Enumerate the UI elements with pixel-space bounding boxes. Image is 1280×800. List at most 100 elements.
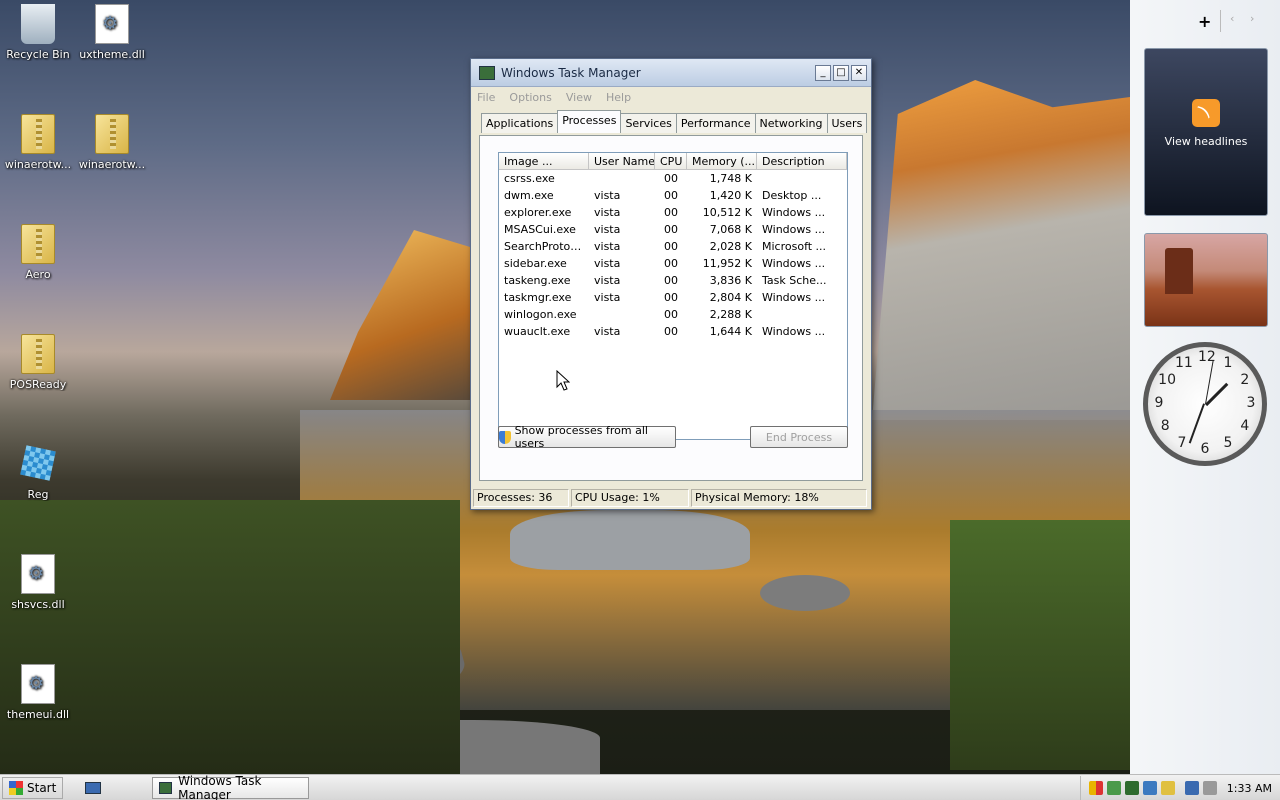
image-cell: SearchProtoco... bbox=[504, 240, 589, 253]
desktop-icon-label: winaerotw... bbox=[4, 158, 72, 171]
show-all-label: Show processes from all users bbox=[514, 424, 648, 450]
column-cpu[interactable]: CPU bbox=[655, 153, 687, 169]
column-user-name[interactable]: User Name bbox=[589, 153, 655, 169]
tab-services[interactable]: Services bbox=[620, 113, 677, 133]
battery-icon[interactable] bbox=[1124, 781, 1139, 795]
cpu-cell: 00 bbox=[664, 240, 678, 253]
tab-users[interactable]: Users bbox=[826, 113, 868, 133]
desktop-icon-label: themeui.dll bbox=[6, 708, 70, 721]
user-cell: vista bbox=[594, 325, 621, 338]
maximize-button[interactable]: □ bbox=[833, 64, 849, 81]
image-cell: taskmgr.exe bbox=[504, 291, 572, 304]
memory-cell: 2,288 K bbox=[709, 308, 752, 321]
taskbar-item-task-manager[interactable]: Windows Task Manager bbox=[152, 774, 309, 800]
description-cell: Windows ... bbox=[762, 291, 826, 304]
user-cell: vista bbox=[594, 274, 621, 287]
process-row[interactable]: explorer.exe vista 00 10,512 K Windows ... bbox=[499, 204, 847, 221]
image-cell: dwm.exe bbox=[504, 189, 554, 202]
image-cell: wuauclt.exe bbox=[504, 325, 571, 338]
minimize-button[interactable]: _ bbox=[815, 64, 831, 81]
clock-gadget[interactable]: 12 1 2 3 4 5 6 7 8 9 10 11 bbox=[1143, 342, 1267, 466]
column-description[interactable]: Description bbox=[757, 153, 847, 169]
tab-performance[interactable]: Performance bbox=[675, 113, 756, 133]
menu-options[interactable]: Options bbox=[509, 91, 551, 104]
system-tray: 1:33 AM bbox=[1079, 776, 1280, 800]
desktop-icon-aero[interactable]: Aero bbox=[0, 224, 76, 281]
show-all-processes-button[interactable]: Show processes from all users bbox=[498, 424, 676, 450]
cpu-cell: 00 bbox=[664, 206, 678, 219]
desktop-icon-shsvcs[interactable]: shsvcs.dll bbox=[0, 554, 76, 611]
close-button[interactable]: ✕ bbox=[851, 64, 867, 81]
desktop-icon-themeui[interactable]: themeui.dll bbox=[0, 664, 76, 721]
process-list[interactable]: Image ... User Name CPU Memory (... Desc… bbox=[498, 152, 848, 440]
task-manager-window: Windows Task Manager _ □ ✕ File Options … bbox=[470, 58, 872, 510]
add-gadget-button[interactable]: + bbox=[1198, 12, 1211, 31]
slideshow-gadget[interactable] bbox=[1144, 233, 1268, 327]
end-process-button[interactable]: End Process bbox=[750, 426, 848, 448]
process-row[interactable]: winlogon.exe 00 2,288 K bbox=[499, 306, 847, 323]
tray-clock[interactable]: 1:33 AM bbox=[1227, 782, 1272, 795]
network-icon[interactable] bbox=[1142, 781, 1157, 795]
previous-page-icon[interactable]: ‹ bbox=[1230, 12, 1234, 25]
process-row[interactable]: sidebar.exe vista 00 11,952 K Windows ... bbox=[499, 255, 847, 272]
update-icon[interactable] bbox=[1160, 781, 1175, 795]
process-row[interactable]: wuauclt.exe vista 00 1,644 K Windows ... bbox=[499, 323, 847, 340]
defender-icon[interactable] bbox=[1106, 781, 1121, 795]
title-bar[interactable]: Windows Task Manager _ □ ✕ bbox=[471, 59, 871, 87]
menu-help[interactable]: Help bbox=[606, 91, 631, 104]
clock-number: 4 bbox=[1240, 418, 1250, 434]
desktop-icon-recycle-bin[interactable]: Recycle Bin bbox=[0, 4, 76, 61]
memory-cell: 7,068 K bbox=[709, 223, 752, 236]
status-bar: Processes: 36 CPU Usage: 1% Physical Mem… bbox=[473, 489, 869, 507]
desktop-icon-label: Reg bbox=[27, 488, 49, 501]
desktop-icon-label: POSReady bbox=[9, 378, 67, 391]
start-button[interactable]: Start bbox=[2, 776, 64, 799]
volume-muted-icon[interactable] bbox=[1202, 781, 1217, 795]
tab-applications[interactable]: Applications bbox=[481, 113, 559, 133]
process-row[interactable]: SearchProtoco... vista 00 2,028 K Microsoft … bbox=[499, 238, 847, 255]
description-cell: Windows ... bbox=[762, 223, 826, 236]
image-cell: csrss.exe bbox=[504, 172, 555, 185]
status-memory: Physical Memory: 18% bbox=[691, 489, 867, 507]
process-row[interactable]: taskmgr.exe vista 00 2,804 K Windows ... bbox=[499, 289, 847, 306]
image-cell: taskeng.exe bbox=[504, 274, 571, 287]
process-row[interactable]: csrss.exe 00 1,748 K bbox=[499, 170, 847, 187]
start-label: Start bbox=[27, 780, 57, 795]
windows-logo-icon bbox=[9, 780, 23, 795]
connection-icon[interactable] bbox=[1184, 781, 1199, 795]
memory-cell: 2,804 K bbox=[709, 291, 752, 304]
minute-hand bbox=[1188, 403, 1205, 444]
security-shield-icon[interactable] bbox=[1088, 781, 1103, 795]
desktop-icon-uxtheme[interactable]: uxtheme.dll bbox=[74, 4, 150, 61]
column-memory[interactable]: Memory (... bbox=[687, 153, 757, 169]
next-page-icon[interactable]: › bbox=[1250, 12, 1254, 25]
process-row[interactable]: MSASCui.exe vista 00 7,068 K Windows ... bbox=[499, 221, 847, 238]
user-cell: vista bbox=[594, 291, 621, 304]
tab-processes[interactable]: Processes bbox=[557, 110, 622, 133]
desktop-icon-reg[interactable]: Reg bbox=[0, 444, 76, 501]
desktop-icon-label: Aero bbox=[25, 268, 51, 281]
process-row[interactable]: taskeng.exe vista 00 3,836 K Task Sche... bbox=[499, 272, 847, 289]
zip-folder-icon bbox=[21, 114, 55, 154]
clock-number: 5 bbox=[1223, 434, 1233, 451]
process-row[interactable]: dwm.exe vista 00 1,420 K Desktop ... bbox=[499, 187, 847, 204]
tab-networking[interactable]: Networking bbox=[754, 113, 828, 133]
image-cell: sidebar.exe bbox=[504, 257, 567, 270]
menu-file[interactable]: File bbox=[477, 91, 495, 104]
show-desktop-icon[interactable] bbox=[85, 781, 102, 794]
menu-view[interactable]: View bbox=[566, 91, 592, 104]
cpu-cell: 00 bbox=[664, 325, 678, 338]
memory-cell: 1,748 K bbox=[709, 172, 752, 185]
desktop-icon-winaerotweaker-2[interactable]: winaerotw... bbox=[74, 114, 150, 171]
desktop-icon-label: Recycle Bin bbox=[6, 48, 70, 61]
clock-number: 1 bbox=[1223, 355, 1233, 372]
feed-headlines-gadget[interactable]: View headlines bbox=[1144, 48, 1268, 216]
clock-number: 9 bbox=[1154, 395, 1164, 411]
description-cell: Desktop ... bbox=[762, 189, 822, 202]
desktop-icon-posready[interactable]: POSReady bbox=[0, 334, 76, 391]
user-cell: vista bbox=[594, 206, 621, 219]
dll-file-icon bbox=[21, 554, 55, 594]
desktop-icon-winaerotweaker-1[interactable]: winaerotw... bbox=[0, 114, 76, 171]
cpu-cell: 00 bbox=[664, 172, 678, 185]
column-image-name[interactable]: Image ... bbox=[499, 153, 589, 169]
